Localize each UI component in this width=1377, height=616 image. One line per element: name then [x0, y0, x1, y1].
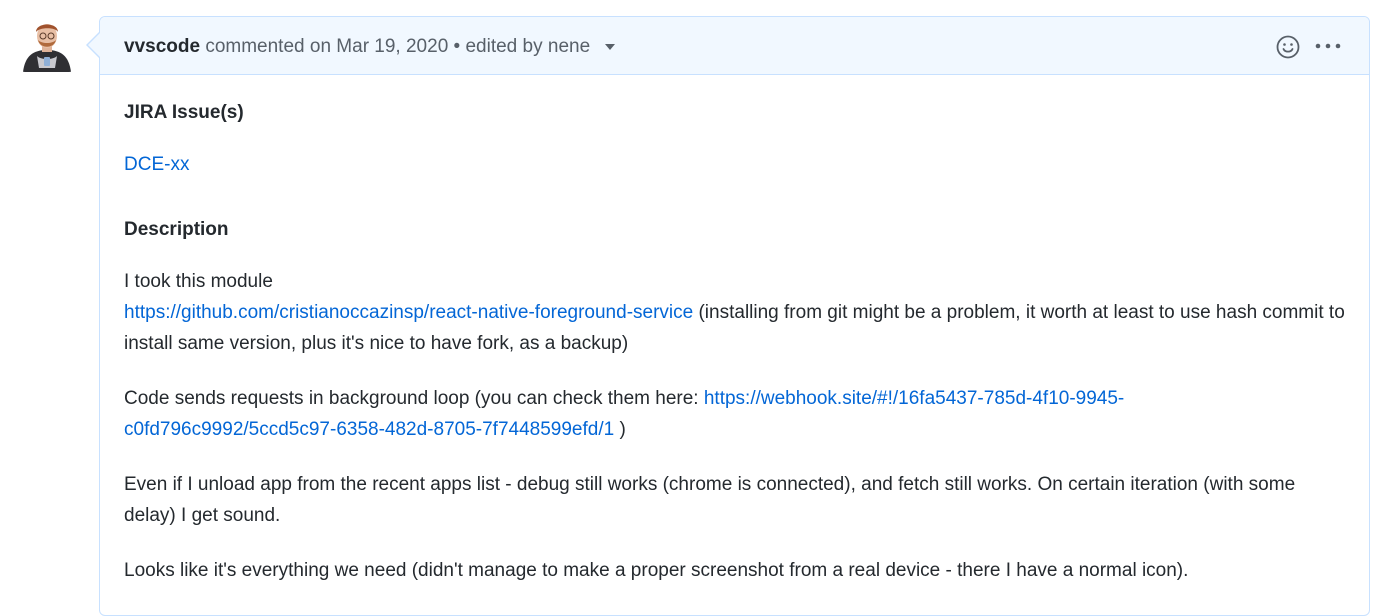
paragraph-summary: Looks like it's everything we need (didn… — [124, 560, 1189, 581]
comment-date[interactable]: Mar 19, 2020 — [336, 36, 448, 57]
p1-text-start: I took this module — [124, 271, 273, 292]
avatar-image — [19, 16, 75, 72]
p2-text-end: ) — [614, 419, 626, 440]
meta-separator: • — [453, 36, 461, 57]
comment-caret-fill — [88, 32, 101, 58]
paragraph-unload: Even if I unload app from the recent app… — [124, 474, 1296, 526]
comment-action: commented on — [205, 36, 332, 57]
jira-heading: JIRA Issue(s) — [124, 102, 244, 123]
smiley-icon — [1276, 35, 1300, 59]
comment-meta: vvscode commented on Mar 19, 2020 • edit… — [124, 35, 616, 59]
add-reaction-button[interactable] — [1275, 34, 1301, 60]
webhook-link-line2: c0fd796c9992/5ccd5c97-6358-482d-8705-7f7… — [124, 419, 615, 440]
chevron-down-icon[interactable] — [605, 43, 616, 50]
comment-options-button[interactable] — [1313, 34, 1343, 60]
comment-header: vvscode commented on Mar 19, 2020 • edit… — [100, 17, 1369, 75]
kebab-horizontal-icon — [1315, 43, 1341, 49]
paragraph-requests: Code sends requests in background loop (… — [124, 383, 1346, 445]
webhook-link-line1: https://webhook.site/#!/16fa5437-785d-4f… — [703, 388, 1125, 409]
jira-issue-link[interactable]: DCE-xx — [124, 154, 189, 175]
paragraph-module: I took this module https://github.com/cri… — [124, 266, 1346, 359]
edited-label[interactable]: edited by — [465, 36, 542, 57]
comment-box: vvscode commented on Mar 19, 2020 • edit… — [99, 16, 1370, 616]
description-heading: Description — [124, 219, 229, 240]
p2-text-start: Code sends requests in background loop (… — [124, 388, 704, 409]
editor-name[interactable]: nene — [548, 36, 590, 57]
avatar[interactable] — [19, 16, 75, 72]
module-repo-link[interactable]: https://github.com/cristianoccazinsp/rea… — [124, 302, 693, 323]
comment-author[interactable]: vvscode — [124, 36, 200, 57]
